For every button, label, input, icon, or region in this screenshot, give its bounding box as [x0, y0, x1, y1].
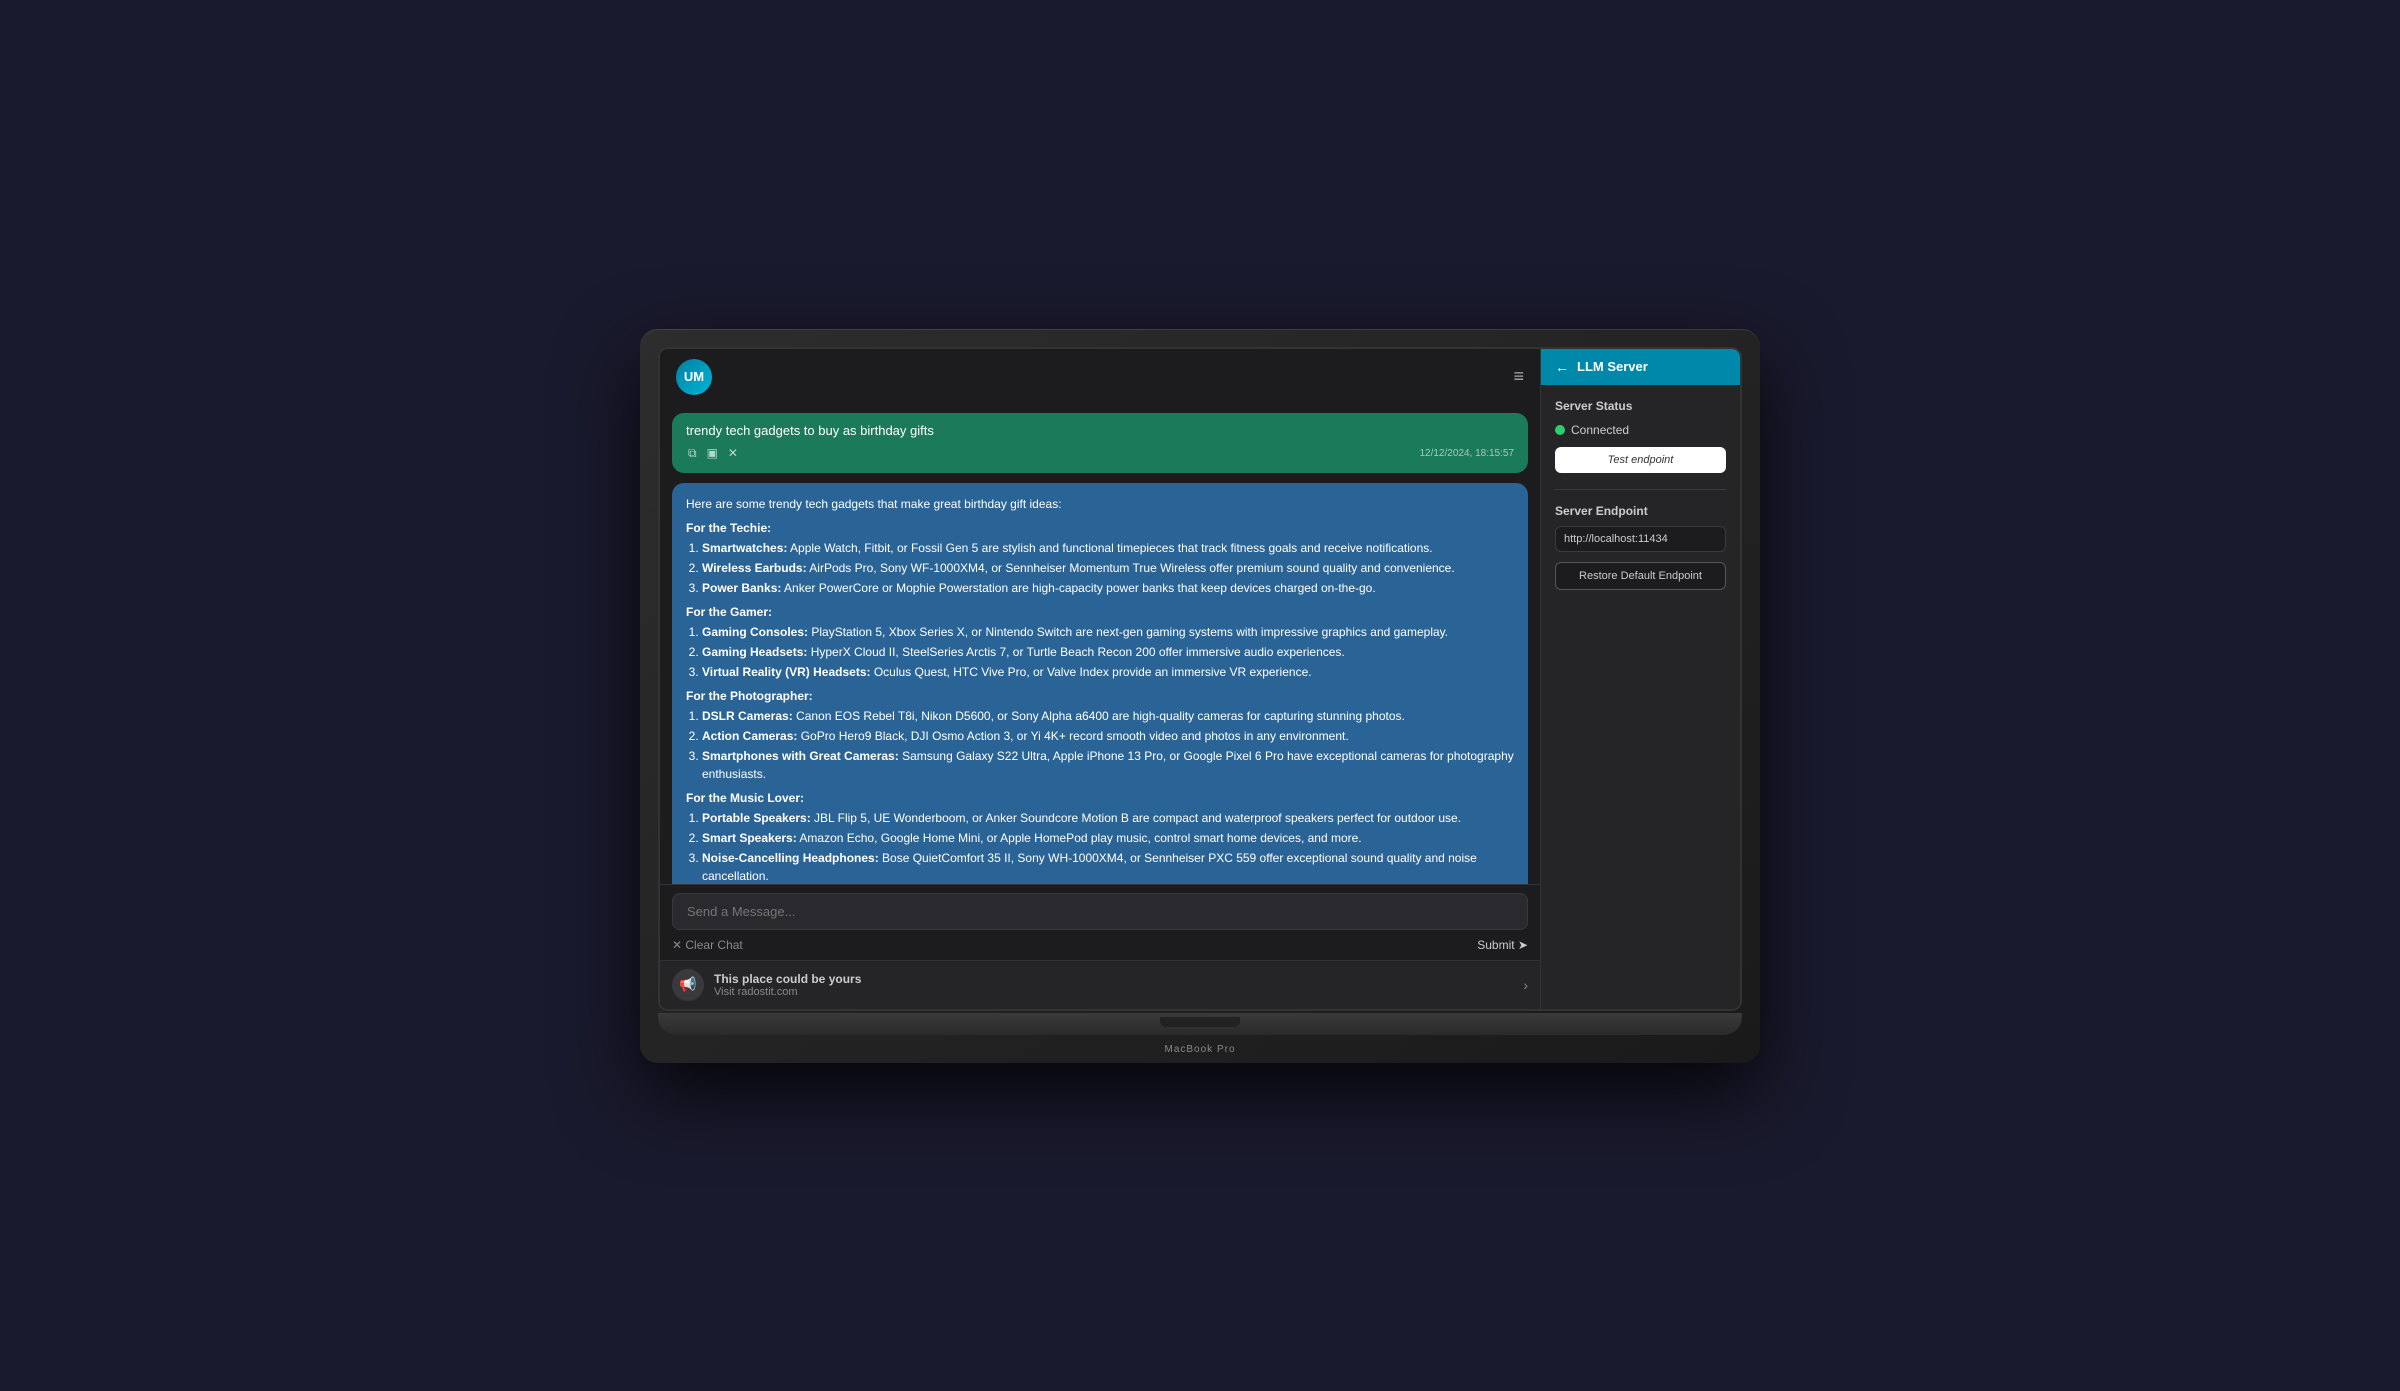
user-message-actions: ⧉ ▣ ✕ — [686, 444, 740, 463]
techie-item-1: Smartwatches: Apple Watch, Fitbit, or Fo… — [702, 539, 1514, 557]
status-row: Connected — [1555, 423, 1726, 437]
laptop-base — [658, 1013, 1742, 1035]
close-user-message-btn[interactable]: ✕ — [726, 444, 740, 463]
laptop-screen: UM ≡ trendy tech gadgets to buy as birth… — [658, 347, 1742, 1011]
ai-intro: Here are some trendy tech gadgets that m… — [686, 495, 1514, 513]
panel-title: LLM Server — [1577, 359, 1648, 374]
photo-item-2: Action Cameras: GoPro Hero9 Black, DJI O… — [702, 727, 1514, 745]
hamburger-icon[interactable]: ≡ — [1513, 366, 1524, 387]
section-photographer-title: For the Photographer: — [686, 687, 1514, 705]
back-arrow-icon[interactable]: ← — [1555, 359, 1569, 375]
music-item-3: Noise-Cancelling Headphones: Bose QuietC… — [702, 849, 1514, 884]
endpoint-input[interactable] — [1555, 526, 1726, 552]
message-meta: ⧉ ▣ ✕ 12/12/2024, 18:15:57 — [686, 444, 1514, 463]
input-area: ✕ Clear Chat Submit ➤ — [660, 884, 1540, 960]
user-message-text: trendy tech gadgets to buy as birthday g… — [686, 423, 1514, 438]
gamer-item-3: Virtual Reality (VR) Headsets: Oculus Qu… — [702, 663, 1514, 681]
laptop-brand-label: MacBook Pro — [658, 1035, 1742, 1063]
divider — [1555, 489, 1726, 490]
techie-item-3: Power Banks: Anker PowerCore or Mophie P… — [702, 579, 1514, 597]
user-message: trendy tech gadgets to buy as birthday g… — [672, 413, 1528, 473]
copy-user-message-btn[interactable]: ⧉ — [686, 444, 699, 463]
photo-item-3: Smartphones with Great Cameras: Samsung … — [702, 747, 1514, 783]
status-text: Connected — [1571, 423, 1629, 437]
section-gamer-title: For the Gamer: — [686, 603, 1514, 621]
section-techie-title: For the Techie: — [686, 519, 1514, 537]
endpoint-label: Server Endpoint — [1555, 504, 1726, 518]
laptop-shell: UM ≡ trendy tech gadgets to buy as birth… — [640, 329, 1760, 1063]
section-music-title: For the Music Lover: — [686, 789, 1514, 807]
edit-user-message-btn[interactable]: ▣ — [705, 444, 720, 463]
left-panel: UM ≡ trendy tech gadgets to buy as birth… — [660, 349, 1540, 1009]
techie-item-2: Wireless Earbuds: AirPods Pro, Sony WF-1… — [702, 559, 1514, 577]
photo-item-1: DSLR Cameras: Canon EOS Rebel T8i, Nikon… — [702, 707, 1514, 725]
ad-title: This place could be yours — [714, 972, 1513, 986]
music-item-2: Smart Speakers: Amazon Echo, Google Home… — [702, 829, 1514, 847]
ad-subtitle: Visit radostit.com — [714, 986, 1513, 998]
clear-chat-button[interactable]: ✕ Clear Chat — [672, 938, 743, 952]
app-logo: UM — [676, 359, 712, 395]
panel-header: ← LLM Server — [1541, 349, 1740, 385]
app-container: UM ≡ trendy tech gadgets to buy as birth… — [660, 349, 1740, 1009]
right-panel: ← LLM Server Server Status Connected Tes… — [1540, 349, 1740, 1009]
submit-button[interactable]: Submit ➤ — [1477, 938, 1528, 952]
ad-chevron-icon: › — [1523, 977, 1528, 993]
chat-area[interactable]: trendy tech gadgets to buy as birthday g… — [660, 405, 1540, 884]
input-toolbar: ✕ Clear Chat Submit ➤ — [672, 938, 1528, 952]
music-item-1: Portable Speakers: JBL Flip 5, UE Wonder… — [702, 809, 1514, 827]
app-header: UM ≡ — [660, 349, 1540, 405]
panel-content: Server Status Connected Test endpoint Se… — [1541, 385, 1740, 1009]
gamer-item-1: Gaming Consoles: PlayStation 5, Xbox Ser… — [702, 623, 1514, 641]
ad-icon: 📢 — [672, 969, 704, 1001]
status-dot — [1555, 425, 1565, 435]
ad-banner[interactable]: 📢 This place could be yours Visit radost… — [660, 960, 1540, 1009]
restore-default-button[interactable]: Restore Default Endpoint — [1555, 562, 1726, 590]
server-status-header: Server Status — [1555, 399, 1726, 413]
test-endpoint-button[interactable]: Test endpoint — [1555, 447, 1726, 473]
user-message-timestamp: 12/12/2024, 18:15:57 — [1419, 448, 1514, 459]
laptop-notch — [1160, 1017, 1240, 1027]
ai-message: Here are some trendy tech gadgets that m… — [672, 483, 1528, 884]
message-input[interactable] — [672, 893, 1528, 930]
gamer-item-2: Gaming Headsets: HyperX Cloud II, SteelS… — [702, 643, 1514, 661]
ad-text: This place could be yours Visit radostit… — [714, 972, 1513, 998]
